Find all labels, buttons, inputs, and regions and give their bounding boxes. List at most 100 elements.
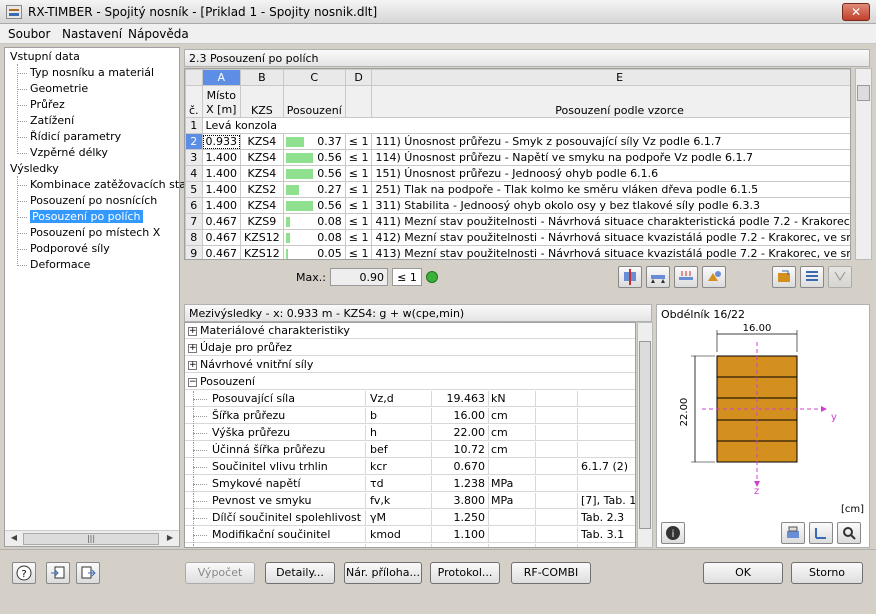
cell-ratio[interactable]: 0.05 <box>282 245 346 259</box>
row-number[interactable]: 7 <box>185 213 203 230</box>
cell-kzs[interactable]: KZS2 <box>240 181 284 198</box>
row-number[interactable]: 9 <box>185 245 203 259</box>
cell-ratio[interactable]: 0.56 <box>282 197 346 214</box>
cell-le[interactable]: ≤ 1 <box>344 133 373 150</box>
cell-le[interactable]: ≤ 1 <box>344 197 373 214</box>
cell-description[interactable]: 151) Únosnost průřezu - Jednoosý ohyb po… <box>371 165 850 182</box>
cell-description[interactable]: 413) Mezní stav použitelnosti - Návrhová… <box>371 245 850 259</box>
export-icon[interactable] <box>772 266 796 288</box>
nav-item-kombinace[interactable]: Kombinace zatěžovacích stavů <box>30 178 199 191</box>
result-row[interactable]: Šířka průřezu b 16.00 cm <box>185 408 635 424</box>
nav-item-po-mistech[interactable]: Posouzení po místech X <box>30 226 160 239</box>
cell-kzs[interactable]: KZS12 <box>240 245 284 259</box>
nav-item-po-nosnicich[interactable]: Posouzení po nosnících <box>30 194 157 207</box>
result-row[interactable]: Pevnost ve smyku fv,d 3.344 MPa Rovn. (2.1 <box>185 544 635 547</box>
close-button[interactable]: ✕ <box>842 3 870 21</box>
scroll-right-icon[interactable]: ▶ <box>163 533 177 545</box>
cell-description[interactable]: 251) Tlak na podpoře - Tlak kolmo ke smě… <box>371 181 850 198</box>
vypocet-button[interactable]: Výpočet <box>185 562 255 584</box>
filter-icon[interactable] <box>618 266 642 288</box>
beam-icon[interactable] <box>646 266 670 288</box>
cell-description[interactable]: 412) Mezní stav použitelnosti - Návrhová… <box>371 229 850 246</box>
cell-kzs[interactable]: KZS4 <box>240 149 284 166</box>
cell-kzs[interactable]: KZS9 <box>240 213 284 230</box>
result-row[interactable]: Pevnost ve smyku fv,k 3.800 MPa [7], Tab. 1 <box>185 493 635 509</box>
scroll-left-icon[interactable]: ◀ <box>7 533 21 545</box>
menu-nastaveni[interactable]: Nastavení <box>62 27 122 41</box>
row-number[interactable]: 8 <box>185 229 203 246</box>
nav-item-prurez[interactable]: Průřez <box>30 98 65 111</box>
cell-x[interactable]: 1.400 <box>201 181 242 198</box>
cell-x[interactable]: 0.467 <box>201 245 242 259</box>
result-row[interactable]: Smykové napětí τd 1.238 MPa <box>185 476 635 492</box>
table-row[interactable]: 5 1.400 KZS2 0.27 ≤ 1 251) Tlak na podpoře - … <box>185 181 850 198</box>
help-icon[interactable]: ? <box>12 562 36 584</box>
table-row[interactable]: 7 0.467 KZS9 0.08 ≤ 1 411) Mezní stav použite… <box>185 213 850 230</box>
row-number[interactable]: 3 <box>185 149 203 166</box>
view-icon[interactable] <box>828 266 852 288</box>
row-number[interactable]: 2 <box>185 133 203 150</box>
row-number[interactable]: 5 <box>185 181 203 198</box>
detaily-button[interactable]: Detaily... <box>265 562 335 584</box>
info-icon[interactable]: i <box>661 522 685 544</box>
table-row[interactable]: 4 1.400 KZS4 0.56 ≤ 1 151) Únosnost průřezu -… <box>185 165 850 182</box>
row-number[interactable]: 6 <box>185 197 203 214</box>
nav-results[interactable]: Výsledky <box>10 162 59 175</box>
table-row[interactable]: 3 1.400 KZS4 0.56 ≤ 1 114) Únosnost průřezu -… <box>185 149 850 166</box>
scroll-thumb[interactable] <box>857 85 870 101</box>
result-row[interactable]: Účinná šířka průřezu bef 10.72 cm <box>185 442 635 458</box>
cell-kzs[interactable]: KZS12 <box>240 229 284 246</box>
cell-x[interactable]: 0.933 <box>201 133 242 150</box>
cell-ratio[interactable]: 0.27 <box>282 181 346 198</box>
cell-x[interactable]: 0.467 <box>201 229 242 246</box>
intermediate-scrollbar[interactable] <box>637 322 653 548</box>
table-row[interactable]: 6 1.400 KZS4 0.56 ≤ 1 311) Stabilita - Jednoo… <box>185 197 850 214</box>
cell-ratio[interactable]: 0.08 <box>282 213 346 230</box>
group-row[interactable]: + Návrhové vnitřní síly <box>185 357 635 373</box>
result-row[interactable]: Posouvající síla Vz,d 19.463 kN <box>185 391 635 407</box>
expand-icon[interactable]: + <box>188 343 197 353</box>
zoom-icon[interactable] <box>837 522 861 544</box>
cell-x[interactable]: 1.400 <box>201 165 242 182</box>
nav-item-geometrie[interactable]: Geometrie <box>30 82 88 95</box>
scroll-thumb[interactable]: ||| <box>23 533 159 545</box>
protokol-button[interactable]: Protokol... <box>430 562 500 584</box>
export-file-icon[interactable] <box>76 562 100 584</box>
cell-kzs[interactable]: KZS4 <box>240 165 284 182</box>
cell-le[interactable]: ≤ 1 <box>344 149 373 166</box>
ok-button[interactable]: OK <box>703 562 783 584</box>
cell-description[interactable]: 411) Mezní stav použitelnosti - Návrhová… <box>371 213 850 230</box>
import-icon[interactable] <box>46 562 70 584</box>
cell-kzs[interactable]: KZS4 <box>240 133 284 150</box>
collapse-icon[interactable]: − <box>188 377 197 387</box>
col-letter-b[interactable]: B <box>240 69 284 86</box>
nav-horizontal-scrollbar[interactable]: ◀ ||| ▶ <box>5 530 179 546</box>
nav-item-vzperne-delky[interactable]: Vzpěrné délky <box>30 146 108 159</box>
cell-le[interactable]: ≤ 1 <box>344 213 373 230</box>
cell-description[interactable]: 114) Únosnost průřezu - Napětí ve smyku … <box>371 149 850 166</box>
rf-combi-button[interactable]: RF-COMBI <box>511 562 591 584</box>
scroll-thumb[interactable] <box>639 341 651 529</box>
cell-ratio[interactable]: 0.08 <box>282 229 346 246</box>
cell-ratio[interactable]: 0.56 <box>282 149 346 166</box>
expand-icon[interactable]: + <box>188 326 197 336</box>
cell-le[interactable]: ≤ 1 <box>344 245 373 259</box>
storno-button[interactable]: Storno <box>791 562 863 584</box>
result-row[interactable]: Výška průřezu h 22.00 cm <box>185 425 635 441</box>
settings-icon[interactable] <box>702 266 726 288</box>
col-letter-d[interactable]: D <box>344 69 373 86</box>
nav-item-ridici-parametry[interactable]: Řídicí parametry <box>30 130 121 143</box>
grid-vertical-scrollbar[interactable] <box>855 68 872 260</box>
nav-item-typ-nosniku[interactable]: Typ nosníku a materiál <box>30 66 154 79</box>
group-row[interactable]: + Údaje pro průřez <box>185 340 635 356</box>
result-row[interactable]: Dílčí součinitel spolehlivosti γM 1.250 Tab… <box>185 510 635 526</box>
col-letter-c[interactable]: C <box>282 69 346 86</box>
menu-soubor[interactable]: Soubor <box>8 27 50 41</box>
cell-le[interactable]: ≤ 1 <box>344 229 373 246</box>
table-icon[interactable] <box>800 266 824 288</box>
cell-le[interactable]: ≤ 1 <box>344 165 373 182</box>
nav-item-podporove-sily[interactable]: Podporové síly <box>30 242 110 255</box>
row-number[interactable]: 4 <box>185 165 203 182</box>
section-print-icon[interactable] <box>781 522 805 544</box>
cell-description[interactable]: 111) Únosnost průřezu - Smyk z posouvají… <box>371 133 850 150</box>
